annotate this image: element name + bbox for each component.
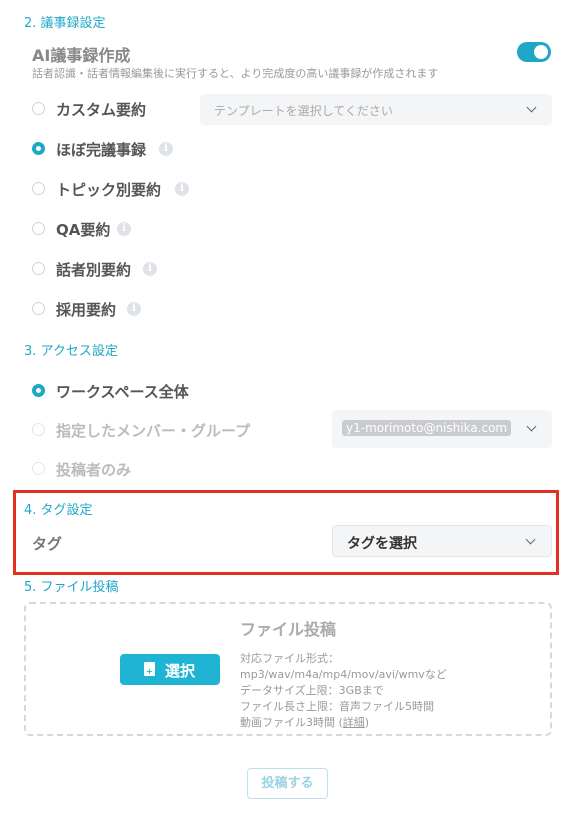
toggle-knob xyxy=(534,45,548,59)
option-label: ほぼ完議事録 xyxy=(56,141,147,159)
submit-button[interactable]: 投稿する xyxy=(247,768,328,799)
file-drop-zone[interactable]: + 選択 ファイル投稿 対応ファイル形式： mp3/wav/m4a/mp4/mo… xyxy=(24,602,552,736)
radio-button[interactable] xyxy=(32,423,45,436)
radio-button[interactable] xyxy=(32,462,45,475)
option-label: トピック別要約 xyxy=(56,181,162,199)
info-icon[interactable]: i xyxy=(159,142,173,156)
minutes-section-title: 2. 議事録設定 xyxy=(24,16,106,31)
member-chip: y1-morimoto@nishika.com xyxy=(342,420,512,436)
option-label: ワークスペース全体 xyxy=(56,383,189,401)
radio-button[interactable] xyxy=(32,384,45,397)
chevron-down-icon xyxy=(526,421,537,432)
option-label: QA要約 xyxy=(56,221,111,239)
video-limit: 動画ファイル3時間 ( xyxy=(240,716,343,729)
ai-minutes-description: 話者認識・話者情報編集後に実行すると、より完成度の高い議事録が作成されます xyxy=(32,67,439,80)
access-section-title: 3. アクセス設定 xyxy=(24,344,118,359)
video-limit-line: 動画ファイル3時間 (詳細) xyxy=(240,715,447,731)
length-limit: ファイル長さ上限：音声ファイル5時間 xyxy=(240,700,434,713)
option-label: 投稿者のみ xyxy=(56,461,132,479)
upload-section-title: 5. ファイル投稿 xyxy=(24,580,119,595)
tag-select-value: タグを選択 xyxy=(347,536,417,552)
info-icon[interactable]: i xyxy=(117,222,131,236)
radio-button[interactable] xyxy=(32,222,45,235)
radio-button[interactable] xyxy=(32,262,45,275)
radio-button[interactable] xyxy=(32,102,45,115)
upload-title: ファイル投稿 xyxy=(240,620,337,639)
tag-section-title: 4. タグ設定 xyxy=(24,503,93,518)
size-limit: データサイズ上限：3GBまで xyxy=(240,684,384,697)
option-label: カスタム要約 xyxy=(56,101,147,119)
details-link[interactable]: 詳細 xyxy=(343,716,365,729)
tag-select[interactable]: タグを選択 xyxy=(332,525,552,557)
radio-button[interactable] xyxy=(32,142,45,155)
formats-label: 対応ファイル形式： xyxy=(240,652,339,665)
ai-minutes-toggle[interactable] xyxy=(517,42,551,62)
ai-minutes-title: AI議事録作成 xyxy=(32,46,131,65)
video-limit-end: ) xyxy=(364,716,370,729)
option-label: 指定したメンバー・グループ xyxy=(56,422,251,440)
info-icon[interactable]: i xyxy=(127,302,141,316)
option-label: 採用要約 xyxy=(56,301,117,319)
option-label: 話者別要約 xyxy=(56,261,132,279)
upload-info: 対応ファイル形式： mp3/wav/m4a/mp4/mov/avi/wmvなど … xyxy=(240,651,447,731)
info-icon[interactable]: i xyxy=(175,182,189,196)
radio-button[interactable] xyxy=(32,302,45,315)
radio-button[interactable] xyxy=(32,182,45,195)
member-select[interactable]: y1-morimoto@nishika.com xyxy=(332,410,552,448)
tag-label: タグ xyxy=(32,535,63,553)
file-select-button[interactable]: + 選択 xyxy=(120,654,220,685)
template-placeholder: テンプレートを選択してください xyxy=(214,104,393,118)
chevron-down-icon xyxy=(526,102,537,113)
file-icon: + xyxy=(144,662,155,676)
submit-label: 投稿する xyxy=(261,776,314,791)
template-select[interactable]: テンプレートを選択してください xyxy=(200,94,552,125)
select-button-label: 選択 xyxy=(165,662,196,680)
info-icon[interactable]: i xyxy=(143,262,157,276)
formats-list: mp3/wav/m4a/mp4/mov/avi/wmvなど xyxy=(240,668,447,681)
chevron-down-icon xyxy=(525,534,536,545)
